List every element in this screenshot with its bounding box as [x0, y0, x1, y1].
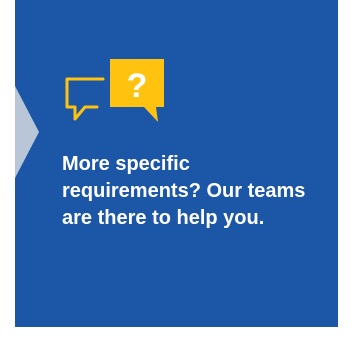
help-message: More specific requirements? Our teams ar…: [62, 153, 306, 229]
side-arrow-icon: [15, 86, 39, 178]
chat-question-icon: ?: [63, 55, 173, 135]
question-mark: ?: [127, 67, 148, 105]
